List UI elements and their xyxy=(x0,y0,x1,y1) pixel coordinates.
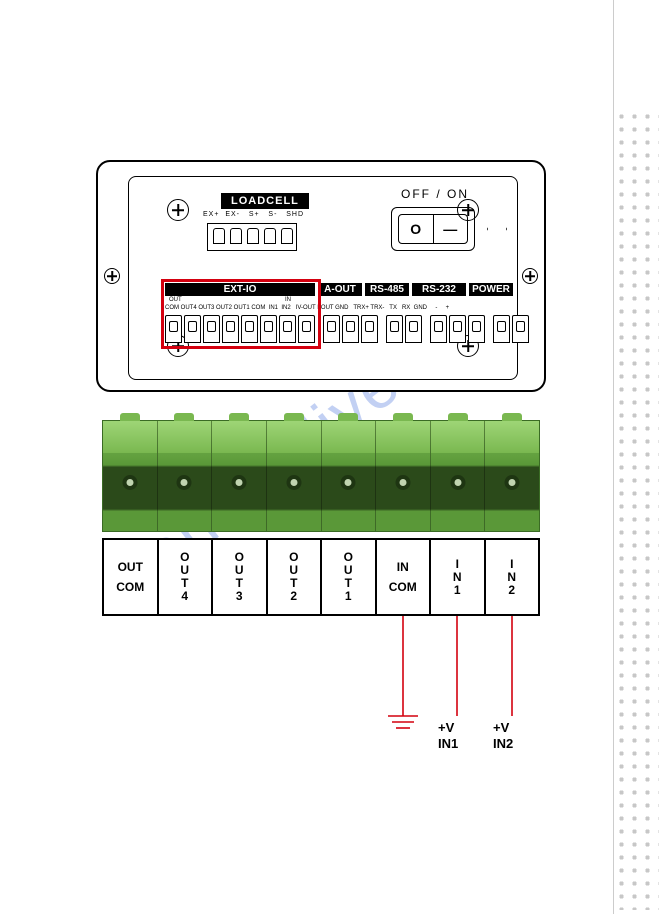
section-ext-io: EXT-IO xyxy=(165,283,315,296)
loadcell-terminal-block xyxy=(207,223,297,251)
label-in2: IN2 xyxy=(486,540,539,614)
screw-icon xyxy=(104,268,120,284)
screw-icon xyxy=(522,268,538,284)
section-labels-row: EXT-IO A-OUT RS-485 RS-232 POWER xyxy=(165,283,513,296)
wiring-label-in2: +VIN2 xyxy=(493,720,513,751)
label-out-com: OUT COM xyxy=(104,540,159,614)
loadcell-label: LOADCELL xyxy=(221,193,309,209)
label-out3: OUT3 xyxy=(213,540,268,614)
pin-row-labels: COM OUT4 OUT3 OUT2 OUT1 COM IN1 IN2 IV-O… xyxy=(165,305,449,311)
section-rs485: RS-485 xyxy=(365,283,409,296)
switch-label: OFF / ON xyxy=(401,187,469,201)
terminal-row xyxy=(165,315,529,343)
device-inner-panel: LOADCELL EX+ EX- S+ S- SHD OFF / ON O — … xyxy=(128,176,518,380)
page-content: manualslive.com LOADCELL EX+ EX- S+ S- S… xyxy=(0,0,614,914)
power-switch: O — xyxy=(391,207,475,251)
extio-out-label: OUT xyxy=(169,297,182,303)
terminal-label-table: OUT COM OUT4 OUT3 OUT2 OUT1 IN COM IN1 I… xyxy=(102,538,540,616)
green-terminal-block xyxy=(102,420,540,532)
label-out1: OUT1 xyxy=(322,540,377,614)
wiring-label-in1: +VIN1 xyxy=(438,720,458,751)
section-power: POWER xyxy=(469,283,513,296)
label-in1: IN1 xyxy=(431,540,486,614)
label-out2: OUT2 xyxy=(268,540,323,614)
label-in-com: IN COM xyxy=(377,540,432,614)
loadcell-pin-labels: EX+ EX- S+ S- SHD xyxy=(203,211,304,218)
section-a-out: A-OUT xyxy=(318,283,362,296)
screw-icon xyxy=(167,199,189,221)
wiring-diagram xyxy=(102,616,540,776)
section-rs232: RS-232 xyxy=(412,283,466,296)
device-panel: LOADCELL EX+ EX- S+ S- SHD OFF / ON O — … xyxy=(96,160,546,392)
decorative-dots xyxy=(611,110,659,910)
switch-on-icon: — xyxy=(434,215,468,243)
switch-off-icon: O xyxy=(399,215,434,243)
hex-icon xyxy=(487,219,507,239)
label-out4: OUT4 xyxy=(159,540,214,614)
extio-in-label: IN xyxy=(285,297,291,303)
